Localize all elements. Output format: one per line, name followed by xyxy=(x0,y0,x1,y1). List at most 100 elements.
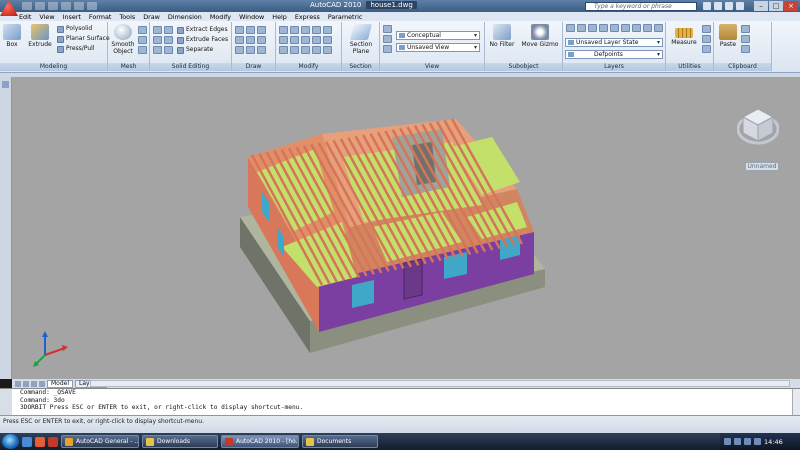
redo-icon[interactable] xyxy=(74,2,84,10)
tab-model[interactable]: Model xyxy=(47,379,74,388)
communication-center-icon[interactable] xyxy=(714,2,722,10)
slice-icon[interactable] xyxy=(153,46,162,54)
quick-select-icon[interactable] xyxy=(702,25,711,33)
binoculars-icon[interactable] xyxy=(703,2,711,10)
menu-edit[interactable]: Edit xyxy=(19,13,31,21)
subobject-panel-label[interactable]: Subobject xyxy=(485,63,562,71)
subtract-icon[interactable] xyxy=(164,26,173,34)
plot-icon[interactable] xyxy=(87,2,97,10)
command-line-handle[interactable] xyxy=(0,389,12,416)
layer-previous-icon[interactable] xyxy=(643,24,652,32)
menu-format[interactable]: Format xyxy=(89,13,112,21)
copy-clip-icon[interactable] xyxy=(741,35,750,43)
task-documents[interactable]: Documents xyxy=(302,435,378,448)
no-filter-button[interactable]: No Filter xyxy=(488,24,516,48)
menu-parametric[interactable]: Parametric xyxy=(328,13,363,21)
layer-off-icon[interactable] xyxy=(610,24,619,32)
layers-panel-label[interactable]: Layers xyxy=(563,63,665,71)
undo-icon[interactable] xyxy=(61,2,71,10)
align-icon[interactable] xyxy=(301,46,310,54)
offset-icon[interactable] xyxy=(290,46,299,54)
menu-dimension[interactable]: Dimension xyxy=(168,13,202,21)
save-icon[interactable] xyxy=(48,2,58,10)
menu-insert[interactable]: Insert xyxy=(63,13,81,21)
menu-view[interactable]: View xyxy=(39,13,54,21)
first-tab-icon[interactable] xyxy=(15,380,21,387)
mesh-crease-icon[interactable] xyxy=(138,36,147,44)
volume-icon[interactable] xyxy=(734,438,741,445)
modify-panel-label[interactable]: Modify xyxy=(276,63,341,71)
line-icon[interactable] xyxy=(235,26,244,34)
arc-icon[interactable] xyxy=(257,26,266,34)
layer-walk-icon[interactable] xyxy=(654,24,663,32)
circle-icon[interactable] xyxy=(235,36,244,44)
maximize-button[interactable]: □ xyxy=(769,1,783,11)
view-panel-label[interactable]: View xyxy=(380,63,484,71)
layer-state-select[interactable]: Unsaved Layer State xyxy=(565,38,663,47)
modeling-panel-label[interactable]: Modeling xyxy=(0,63,107,71)
cut-icon[interactable] xyxy=(741,25,750,33)
array-icon[interactable] xyxy=(279,46,288,54)
union-icon[interactable] xyxy=(153,26,162,34)
select-all-icon[interactable] xyxy=(702,45,711,53)
command-line[interactable]: Command: _QSAVE Command: 3do 3DORBIT Pre… xyxy=(0,388,800,416)
battery-icon[interactable] xyxy=(754,438,761,445)
polyline-icon[interactable] xyxy=(246,26,255,34)
search-input[interactable]: Type a keyword or phrase xyxy=(585,2,697,11)
layer-properties-icon[interactable] xyxy=(566,24,575,32)
previous-tab-icon[interactable] xyxy=(23,380,29,387)
polygon-icon[interactable] xyxy=(235,46,244,54)
separate-button[interactable]: Separate xyxy=(177,46,213,54)
id-point-icon[interactable] xyxy=(702,35,711,43)
spline-icon[interactable] xyxy=(246,46,255,54)
toolbar-handle-icon[interactable] xyxy=(2,81,9,88)
move-icon[interactable] xyxy=(279,26,288,34)
menu-tools[interactable]: Tools xyxy=(119,13,135,21)
mesh-split-icon[interactable] xyxy=(138,46,147,54)
minimize-button[interactable]: – xyxy=(754,1,768,11)
help-icon[interactable] xyxy=(736,2,744,10)
3d-move-icon[interactable] xyxy=(312,46,321,54)
interfere-icon[interactable] xyxy=(164,36,173,44)
match-properties-icon[interactable] xyxy=(741,45,750,53)
favorites-star-icon[interactable] xyxy=(725,2,733,10)
open-icon[interactable] xyxy=(35,2,45,10)
scale-icon[interactable] xyxy=(323,36,332,44)
polysolid-button[interactable]: Polysolid xyxy=(57,25,92,33)
copy-icon[interactable] xyxy=(323,26,332,34)
menu-draw[interactable]: Draw xyxy=(143,13,160,21)
solid-editing-panel-label[interactable]: Solid Editing xyxy=(150,63,231,71)
task-autocad-general[interactable]: AutoCAD General - ... xyxy=(61,435,139,448)
extract-edges-button[interactable]: Extract Edges xyxy=(177,26,228,34)
menu-express[interactable]: Express xyxy=(295,13,320,21)
rectangle-icon[interactable] xyxy=(246,36,255,44)
box-button[interactable]: Box xyxy=(2,24,22,48)
mesh-refine-icon[interactable] xyxy=(138,26,147,34)
trim-icon[interactable] xyxy=(301,26,310,34)
new-icon[interactable] xyxy=(22,2,32,10)
menu-modify[interactable]: Modify xyxy=(210,13,231,21)
smooth-object-button[interactable]: Smooth Object xyxy=(111,24,135,55)
stretch-icon[interactable] xyxy=(312,36,321,44)
start-button[interactable] xyxy=(2,434,19,449)
paste-button[interactable]: Paste xyxy=(717,24,739,48)
measure-button[interactable]: Measure xyxy=(669,24,699,46)
move-gizmo-button[interactable]: Move Gizmo xyxy=(521,24,559,48)
planar-surface-button[interactable]: Planar Surface xyxy=(57,35,110,43)
utilities-panel-label[interactable]: Utilities xyxy=(666,63,713,71)
rotate-icon[interactable] xyxy=(290,26,299,34)
layer-freeze-icon[interactable] xyxy=(599,24,608,32)
network-icon[interactable] xyxy=(724,438,731,445)
erase-icon[interactable] xyxy=(312,26,321,34)
3d-rotate-icon[interactable] xyxy=(323,46,332,54)
menu-help[interactable]: Help xyxy=(272,13,287,21)
firefox-icon[interactable] xyxy=(35,436,45,447)
section-plane-button[interactable]: Section Plane xyxy=(347,24,375,55)
extrude-faces-button[interactable]: Extrude Faces xyxy=(177,36,228,44)
command-line-scrollbar[interactable] xyxy=(792,389,800,416)
visual-styles-icon[interactable] xyxy=(383,35,392,43)
section-panel-label[interactable]: Section xyxy=(342,63,379,71)
application-menu-button[interactable] xyxy=(0,0,18,16)
horizontal-scrollbar[interactable] xyxy=(90,380,790,387)
fillet-icon[interactable] xyxy=(290,36,299,44)
